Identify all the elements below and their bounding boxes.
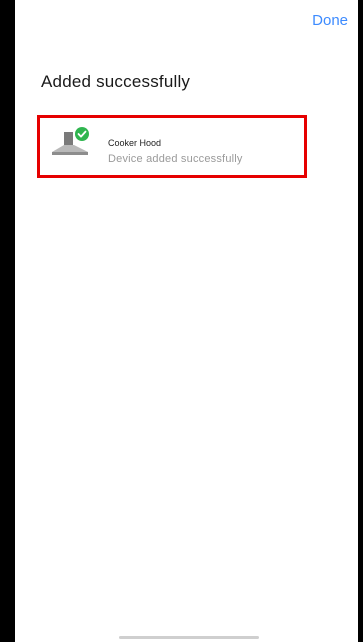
check-badge-icon [75,127,89,141]
phone-bezel-right [359,0,363,642]
done-button[interactable]: Done [312,12,348,29]
device-status: Device added successfully [108,153,243,165]
home-indicator[interactable] [119,636,259,639]
cooker-hood-icon [52,127,89,155]
device-card[interactable]: Cooker Hood Device added successfully [37,115,307,178]
phone-bezel-left [0,0,14,642]
page-title: Added successfully [41,72,191,91]
device-name: Cooker Hood [108,138,162,148]
app-screen: Done Added successfully Cooker Hood Devi… [14,0,359,642]
